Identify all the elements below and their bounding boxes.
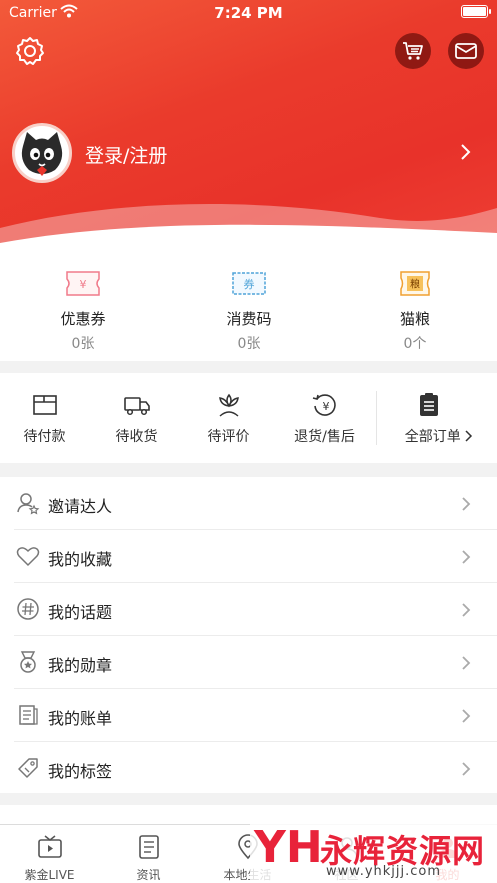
coupon-icon-text: ¥: [80, 278, 87, 291]
watermark-logo: YH: [254, 822, 323, 873]
order-label: 全部订单: [404, 429, 461, 445]
order-label: 待付款: [23, 429, 66, 445]
settings-gear-icon[interactable]: [14, 35, 46, 67]
svg-text:¥: ¥: [323, 400, 330, 413]
wallet-label: 消费码: [226, 310, 272, 328]
order-refund[interactable]: ¥ 退货/售后: [280, 373, 369, 463]
profile-menu: 邀请达人 我的收藏 我的话题 我的勋章 我的账单 我的标签: [0, 477, 497, 793]
clock: 7:24 PM: [214, 4, 283, 22]
wallet-item-coupon[interactable]: ¥ 优惠券 0张: [0, 257, 166, 361]
wallet-icon: [33, 395, 57, 415]
menu-item-topics[interactable]: 我的话题: [0, 583, 497, 636]
truck-icon: [124, 397, 150, 416]
news-icon: [139, 835, 159, 859]
order-all-label: 全部订单: [381, 426, 497, 446]
chevron-right-icon: [462, 656, 471, 670]
wallet-item-voucher[interactable]: 券 消费码 0张: [166, 257, 332, 361]
status-bar: Carrier 7:24 PM: [0, 0, 497, 26]
voucher-icon-text: 券: [244, 277, 255, 291]
coupon-icon: ¥: [66, 271, 100, 296]
chevron-right-icon: [462, 603, 471, 617]
order-label: 待收货: [115, 429, 158, 445]
menu-item-medals[interactable]: 我的勋章: [0, 636, 497, 689]
mail-icon: [455, 43, 477, 59]
order-all[interactable]: 全部订单: [381, 373, 497, 463]
tv-icon: [38, 835, 62, 858]
chevron-right-icon: [462, 497, 471, 511]
message-button[interactable]: [448, 33, 484, 69]
menu-label: 我的话题: [48, 603, 113, 622]
voucher-icon: 券: [232, 272, 266, 295]
menu-label: 邀请达人: [48, 497, 113, 516]
menu-item-invite[interactable]: 邀请达人: [0, 477, 497, 530]
login-register-link[interactable]: 登录/注册: [85, 141, 167, 168]
wallet-label: 猫粮: [399, 310, 430, 328]
wallet-value: 0张: [237, 336, 261, 352]
wallet-summary: ¥ 优惠券 0张 券 消费码 0张 粮 猫粮 0个: [0, 257, 497, 361]
order-label: 待评价: [207, 429, 250, 445]
order-shortcuts: 待付款 待收货 待评价 ¥ 退货/售后 全部订单: [0, 373, 497, 463]
cat-food-icon: 粮: [400, 271, 430, 296]
wallet-value: 0个: [403, 336, 427, 352]
menu-label: 我的勋章: [48, 656, 113, 675]
profile-header: Carrier 7:24 PM 登录/注册: [0, 0, 497, 258]
cart-icon: [403, 42, 423, 60]
menu-item-bills[interactable]: 我的账单: [0, 689, 497, 742]
order-divider: [376, 391, 377, 445]
wallet-item-cat-food[interactable]: 粮 猫粮 0个: [332, 257, 497, 361]
header-wave-decoration: [0, 204, 497, 258]
hashtag-icon: [17, 598, 39, 620]
refund-icon: ¥: [312, 394, 336, 416]
chevron-right-icon: [462, 709, 471, 723]
heart-icon: [16, 547, 40, 567]
menu-item-favorites[interactable]: 我的收藏: [0, 530, 497, 583]
battery-icon: [461, 5, 491, 18]
chevron-right-icon[interactable]: [460, 143, 472, 161]
invite-user-icon: [17, 493, 40, 515]
order-pending-review[interactable]: 待评价: [184, 373, 273, 463]
cart-button[interactable]: [395, 33, 431, 69]
chevron-right-icon: [462, 762, 471, 776]
tab-live[interactable]: 紫金LIVE: [0, 825, 99, 883]
order-pending-receipt[interactable]: 待收货: [92, 373, 181, 463]
bill-icon: [19, 705, 38, 725]
menu-label: 我的账单: [48, 709, 113, 728]
wallet-label: 优惠券: [60, 310, 106, 328]
tag-icon: [18, 758, 38, 778]
menu-label: 我的收藏: [48, 550, 113, 569]
menu-item-tags[interactable]: 我的标签: [0, 742, 497, 795]
chevron-right-icon: [462, 550, 471, 564]
tab-news[interactable]: 资讯: [99, 825, 198, 883]
order-label: 退货/售后: [294, 429, 355, 445]
wallet-value: 0张: [71, 336, 95, 352]
tab-label: 资讯: [136, 868, 161, 882]
cat-food-icon-text: 粮: [410, 278, 420, 291]
flower-icon: [219, 393, 239, 417]
tab-label: 紫金LIVE: [24, 868, 75, 882]
watermark: YH 永辉资源网 www.yhkjjj.com: [250, 822, 497, 883]
watermark-url: www.yhkjjj.com: [326, 864, 442, 879]
chevron-right-icon: [465, 430, 473, 442]
menu-label: 我的标签: [48, 762, 113, 781]
order-pending-payment[interactable]: 待付款: [0, 373, 89, 463]
avatar[interactable]: [12, 123, 72, 183]
clipboard-icon: [420, 393, 438, 416]
cat-avatar-icon: [21, 132, 63, 176]
medal-icon: [20, 651, 36, 673]
